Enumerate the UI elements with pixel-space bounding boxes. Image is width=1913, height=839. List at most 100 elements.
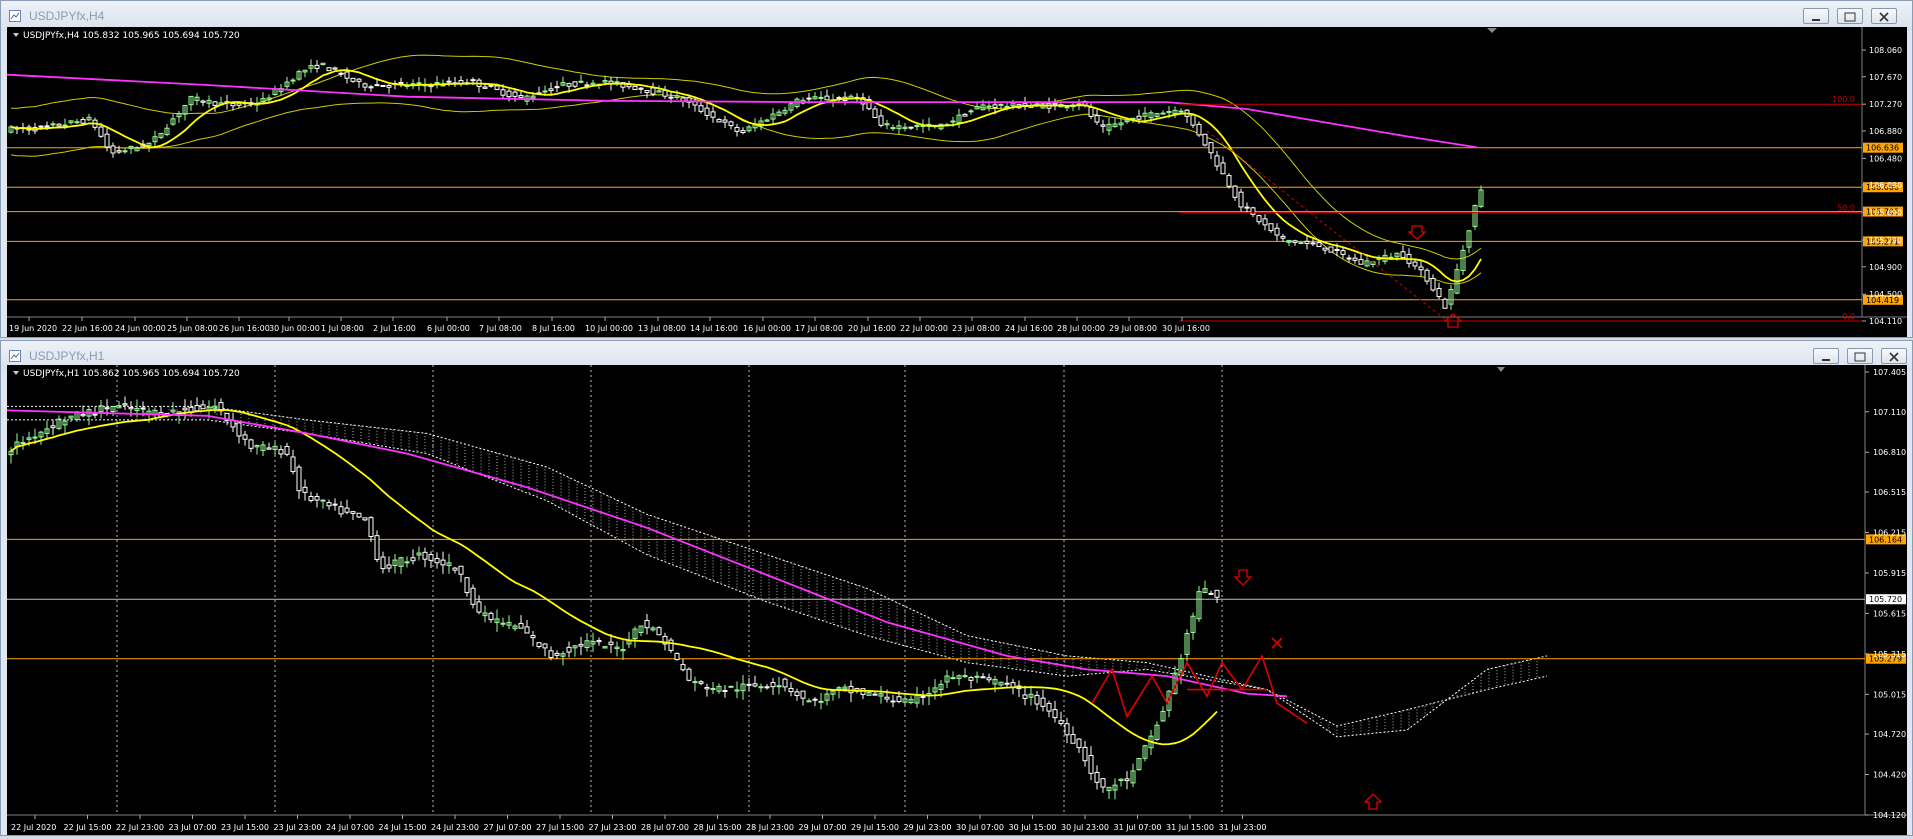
bearish-candle xyxy=(1268,223,1274,232)
bearish-candle xyxy=(572,81,578,87)
time-axis-label: 28 Jul 07:00 xyxy=(641,823,689,832)
bearish-candle xyxy=(536,642,542,648)
minimize-icon xyxy=(1822,359,1830,361)
bearish-candle xyxy=(464,577,470,594)
time-axis-label: 19 Jun 2020 xyxy=(9,324,57,333)
price-axis-label: 105.015 xyxy=(1873,690,1906,699)
bearish-candle xyxy=(398,81,404,84)
bearish-candle xyxy=(896,696,902,703)
bearish-candle xyxy=(1190,114,1196,126)
bearish-candle xyxy=(236,102,242,106)
bearish-candle xyxy=(488,84,494,87)
time-axis-label: 13 Jul 08:00 xyxy=(638,324,686,333)
bearish-candle xyxy=(1124,778,1130,782)
bearish-candle xyxy=(356,78,362,82)
bearish-candle xyxy=(782,678,788,688)
bearish-candle xyxy=(644,620,650,629)
bearish-candle xyxy=(194,404,200,412)
bearish-candle xyxy=(470,587,476,605)
bearish-candle xyxy=(122,403,128,406)
time-axis-label: 7 Jul 08:00 xyxy=(479,324,522,333)
bearish-candle xyxy=(1022,694,1028,699)
bullish-candle xyxy=(998,103,1004,106)
time-axis-label: 24 Jul 07:00 xyxy=(326,823,374,832)
bearish-candle xyxy=(1064,723,1070,736)
bearish-candle xyxy=(1418,266,1424,271)
bearish-candle xyxy=(140,407,146,410)
maximize-button[interactable] xyxy=(1837,8,1863,24)
level-price-label: 106.636 xyxy=(1866,144,1899,153)
price-axis-label: 107.405 xyxy=(1873,368,1906,377)
bullish-candle xyxy=(1298,242,1304,245)
bullish-candle xyxy=(320,499,326,502)
bearish-candle xyxy=(704,686,710,690)
bearish-candle xyxy=(530,635,536,639)
minimize-button[interactable] xyxy=(1813,348,1839,364)
bearish-candle xyxy=(98,126,104,137)
bearish-candle xyxy=(350,77,356,82)
chart-menu-arrow-icon[interactable] xyxy=(13,33,19,37)
chart-shift-marker-icon[interactable] xyxy=(1487,28,1497,33)
time-axis-label: 28 Jul 15:00 xyxy=(694,823,742,832)
bearish-candle xyxy=(716,119,722,123)
time-axis-label: 24 Jul 16:00 xyxy=(1005,324,1053,333)
bearish-candle xyxy=(710,111,716,118)
bearish-candle xyxy=(428,554,434,561)
minimize-button[interactable] xyxy=(1803,8,1829,24)
bearish-candle xyxy=(1052,709,1058,719)
bearish-candle xyxy=(650,87,656,95)
price-chart-h1[interactable]: 106.164 105.720 105.279 107.405 107.110 106.… xyxy=(6,365,1907,835)
bearish-candle xyxy=(548,650,554,658)
h4-chart-canvas[interactable]: 106.636106.060105.705105.271104.419 100.… xyxy=(6,27,1907,337)
time-axis-label: 29 Jul 15:00 xyxy=(851,823,899,832)
sell-arrow-icon xyxy=(1233,569,1253,586)
bullish-candle xyxy=(434,82,440,85)
bearish-candle xyxy=(1328,246,1334,253)
moving-average-slow xyxy=(6,409,1288,698)
bearish-candle xyxy=(632,85,638,90)
fibo-level-label: 50.0 xyxy=(1837,204,1855,213)
close-button[interactable] xyxy=(1881,348,1907,364)
bullish-candle xyxy=(614,81,620,84)
time-axis-label: 31 Jul 15:00 xyxy=(1166,823,1214,832)
bullish-candle xyxy=(890,127,896,130)
bearish-candle xyxy=(212,101,218,106)
maximize-button[interactable] xyxy=(1847,348,1873,364)
bullish-candle xyxy=(290,79,296,82)
time-axis-label: 29 Jul 07:00 xyxy=(799,823,847,832)
bearish-candle xyxy=(362,517,368,521)
bearish-candle xyxy=(584,84,590,87)
bearish-candle xyxy=(344,71,350,79)
price-chart-h4[interactable]: 106.636 106.060 105.705 105.271 104.419 100.… xyxy=(6,27,1907,337)
bearish-candle xyxy=(242,434,248,440)
price-axis-label: 104.110 xyxy=(1869,317,1902,326)
time-axis-label: 6 Jul 00:00 xyxy=(427,324,470,333)
close-button[interactable] xyxy=(1871,8,1897,24)
fibo-level-label: 100.0 xyxy=(1832,95,1855,104)
bearish-candle xyxy=(1208,142,1214,154)
bearish-candle xyxy=(470,79,476,82)
bearish-candle xyxy=(1100,124,1106,127)
bearish-candle xyxy=(308,495,314,502)
bearish-candle xyxy=(1214,155,1220,167)
moving-average-fast xyxy=(10,408,1218,746)
bearish-candle xyxy=(518,95,524,98)
bearish-candle xyxy=(230,102,236,107)
time-axis-label: 27 Jul 07:00 xyxy=(484,823,532,832)
bearish-candle xyxy=(302,486,308,493)
chart-shift-marker-icon[interactable] xyxy=(1497,367,1505,372)
chart-menu-arrow-icon[interactable] xyxy=(13,371,19,375)
bearish-candle xyxy=(554,652,560,656)
bearish-candle xyxy=(698,681,704,684)
bearish-candle xyxy=(1430,277,1436,291)
bearish-candle xyxy=(350,511,356,514)
bearish-candle xyxy=(734,127,740,132)
chart-info-label: USDJPYfx,H1 105.862 105.965 105.694 105.… xyxy=(23,369,240,379)
bearish-candle xyxy=(1352,257,1358,261)
bearish-candle xyxy=(1304,240,1310,244)
h1-chart-canvas[interactable]: 106.164105.720105.279 107.405107.110106.… xyxy=(6,365,1907,835)
price-axis-label: 106.880 xyxy=(1869,127,1902,136)
time-axis-label: 17 Jul 08:00 xyxy=(795,324,843,333)
bearish-candle xyxy=(380,84,386,87)
bearish-candle xyxy=(1412,261,1418,267)
